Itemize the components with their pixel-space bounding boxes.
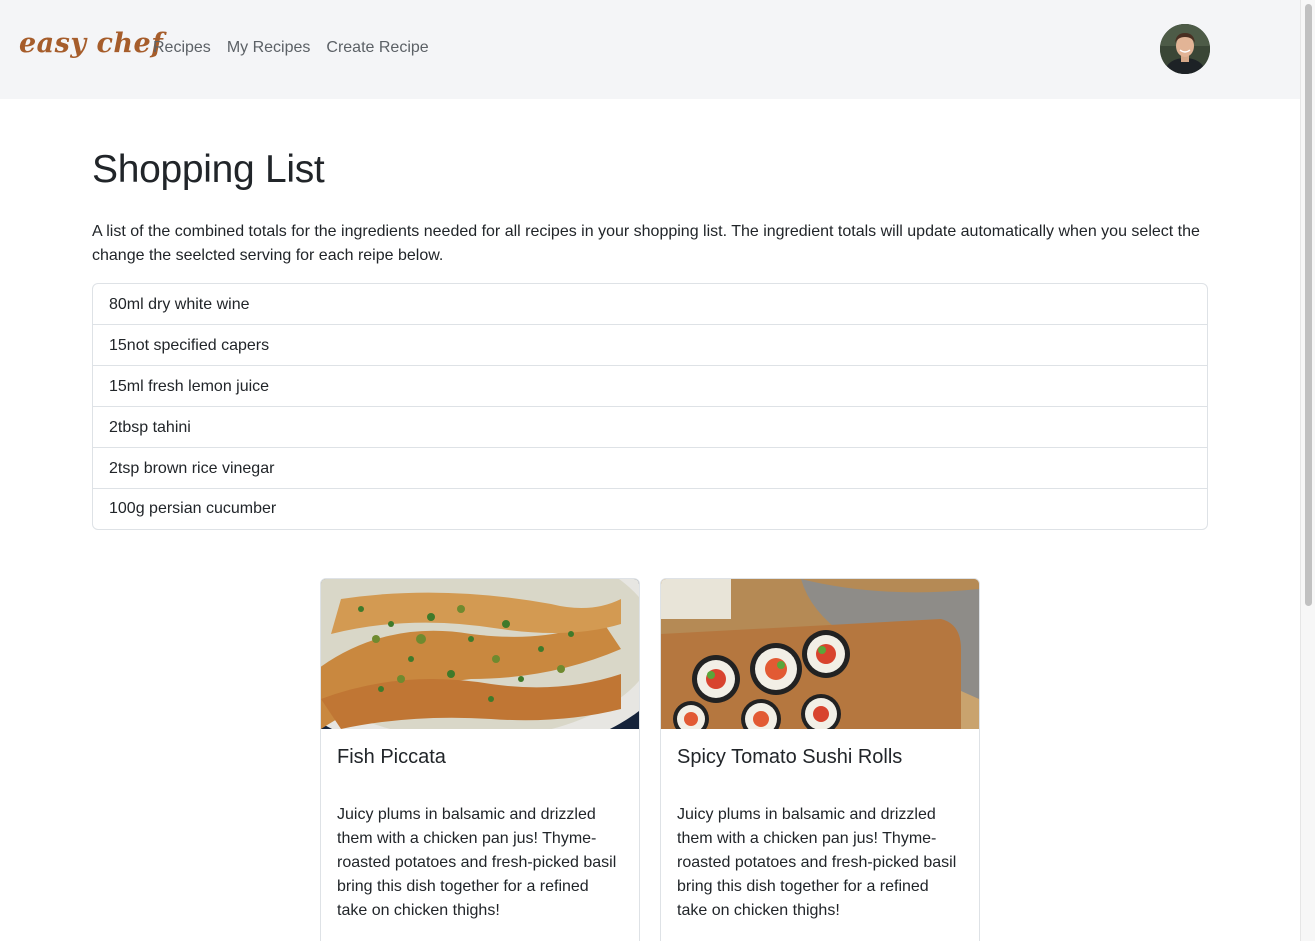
recipe-image-sushi-rolls[interactable] (661, 579, 979, 729)
ingredient-item: 80ml dry white wine (93, 284, 1207, 325)
ingredient-item: 2tsp brown rice vinegar (93, 448, 1207, 489)
nav-link-recipes[interactable]: Recipes (153, 39, 211, 57)
brand-logo[interactable]: easy chef (19, 28, 163, 59)
ingredient-item: 2tbsp tahini (93, 407, 1207, 448)
recipe-description: Juicy plums in balsamic and drizzled the… (677, 806, 957, 919)
scrollbar-thumb[interactable] (1305, 4, 1312, 606)
ingredient-item: 15not specified capers (93, 325, 1207, 366)
recipe-image-fish-piccata[interactable] (321, 579, 639, 729)
user-avatar[interactable] (1160, 24, 1210, 74)
recipe-description: Juicy plums in balsamic and drizzled the… (337, 806, 617, 919)
recipe-title[interactable]: Fish Piccata (337, 746, 446, 769)
nav-link-create-recipe[interactable]: Create Recipe (326, 39, 428, 57)
ingredient-item: 100g persian cucumber (109, 500, 277, 517)
navbar: easy chef Recipes My Recipes Create Reci… (0, 0, 1300, 99)
nav-links: Recipes My Recipes Create Recipe (153, 39, 429, 57)
page-title: Shopping List (92, 148, 325, 191)
page-description: A list of the combined totals for the in… (92, 223, 1200, 264)
ingredient-item: 15ml fresh lemon juice (93, 366, 1207, 407)
nav-link-my-recipes[interactable]: My Recipes (227, 39, 311, 57)
recipe-title[interactable]: Spicy Tomato Sushi Rolls (677, 746, 902, 769)
recipe-card-spicy-tomato-sushi-rolls[interactable]: Spicy Tomato Sushi Rolls Juicy plums in … (660, 578, 980, 941)
ingredient-list: 80ml dry white wine 15not specified cape… (92, 283, 1208, 530)
recipe-card-fish-piccata[interactable]: Fish Piccata Juicy plums in balsamic and… (320, 578, 640, 941)
page: easy chef Recipes My Recipes Create Reci… (0, 0, 1315, 941)
avatar-photo-icon (1160, 24, 1210, 74)
page-scrollbar[interactable] (1300, 0, 1315, 941)
